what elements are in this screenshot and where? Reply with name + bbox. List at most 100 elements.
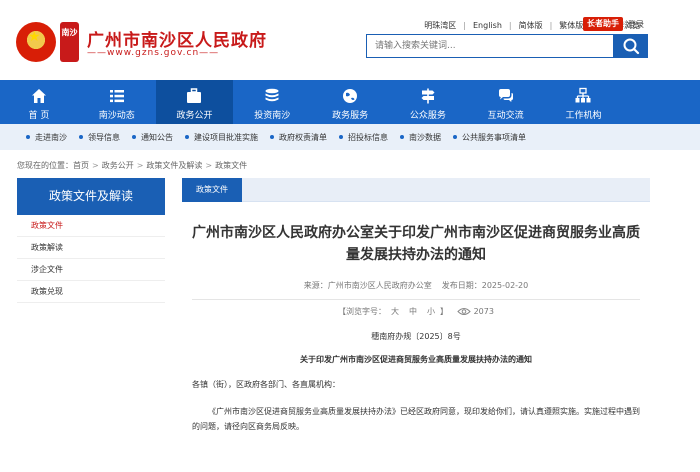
- breadcrumb-prefix: 您现在的位置：: [17, 161, 73, 170]
- star-icon: ★: [28, 29, 41, 45]
- bullet-icon: [339, 135, 343, 139]
- document-title: 关于印发广州市南沙区促进商贸服务业高质量发展扶持办法的通知: [300, 355, 532, 364]
- nav-label: 政务公开: [176, 111, 213, 121]
- main-nav: 首 页 南沙动态 政务公开 投资南沙 政务服务 公众服务 互动交流 工作机构: [0, 80, 700, 124]
- subnav-label: 南沙数据: [409, 132, 441, 142]
- bullet-icon: [79, 135, 83, 139]
- subnav-label: 领导信息: [88, 132, 120, 142]
- subnav-label: 招投标信息: [348, 132, 388, 142]
- subnav-item[interactable]: 招投标信息: [339, 132, 388, 143]
- breadcrumb-separator: >: [92, 161, 99, 170]
- subnav-item[interactable]: 政府权责清单: [270, 132, 327, 143]
- article-source: 来源：广州市南沙区人民政府办公室: [303, 281, 432, 290]
- breadcrumb-link-policy-docs[interactable]: 政策文件: [215, 161, 247, 170]
- nav-label: 工作机构: [565, 111, 602, 121]
- article-meta: 来源：广州市南沙区人民政府办公室 发布日期：2025-02-20: [182, 280, 650, 291]
- nav-item-invest[interactable]: 投资南沙: [233, 80, 311, 124]
- divider: |: [463, 20, 466, 30]
- search-button[interactable]: [614, 34, 648, 58]
- subnav-label: 建设项目批准实施: [194, 132, 258, 142]
- nav-item-news[interactable]: 南沙动态: [78, 80, 156, 124]
- sidebar-item-enterprise-docs[interactable]: 涉企文件: [17, 259, 165, 281]
- top-link-english[interactable]: English: [473, 21, 502, 30]
- sidebar-item-policy-fulfillment[interactable]: 政策兑现: [17, 281, 165, 303]
- subnav-item[interactable]: 走进南沙: [26, 132, 67, 143]
- signpost-icon: [421, 88, 435, 104]
- breadcrumb-link-gov-affairs[interactable]: 政务公开: [102, 161, 134, 170]
- breadcrumb-link-policy[interactable]: 政策文件及解读: [146, 161, 202, 170]
- subnav-label: 政府权责清单: [279, 132, 327, 142]
- subnav-label: 通知公告: [141, 132, 173, 142]
- site-header: ★ 南沙 广州市南沙区人民政府 ——www.gzns.gov.cn—— 明珠湾区…: [0, 0, 700, 80]
- subnav-item[interactable]: 领导信息: [79, 132, 120, 143]
- main-content: 政策文件 广州市南沙区人民政府办公室关于印发广州市南沙区促进商贸服务业高质量发展…: [182, 178, 650, 472]
- breadcrumb-separator: >: [136, 161, 144, 170]
- font-size-medium[interactable]: 中: [409, 307, 417, 316]
- article-title: 广州市南沙区人民政府办公室关于印发广州市南沙区促进商贸服务业高质量发展扶持办法的…: [192, 225, 640, 263]
- org-chart-icon: [575, 87, 591, 103]
- body-paragraph: 《广州市南沙区促进商贸服务业高质量发展扶持办法》已经区政府同意，现印发给你们，请…: [192, 407, 640, 431]
- nav-item-gov-services[interactable]: 政务服务: [311, 80, 389, 124]
- subnav-item[interactable]: 公共服务事项清单: [453, 132, 526, 143]
- coins-icon: [265, 88, 279, 102]
- breadcrumb-separator: >: [205, 161, 213, 170]
- bullet-icon: [26, 135, 30, 139]
- divider: [192, 299, 640, 300]
- nav-item-interaction[interactable]: 互动交流: [467, 80, 545, 124]
- sidebar: 政策文件及解读 政策文件 政策解读 涉企文件 政策兑现: [17, 178, 165, 303]
- search-icon: [623, 38, 640, 55]
- font-size-tools: 【浏览字号： 大 中 小】 2073: [182, 306, 650, 317]
- list-icon: [109, 90, 124, 103]
- eye-icon: [456, 308, 471, 315]
- search-box: [366, 34, 614, 58]
- subnav-item[interactable]: 通知公告: [132, 132, 173, 143]
- sidebar-title: 政策文件及解读: [17, 178, 165, 215]
- font-size-small[interactable]: 小: [427, 307, 435, 316]
- divider: |: [549, 20, 553, 30]
- nav-item-public-services[interactable]: 公众服务: [389, 80, 467, 124]
- site-url: ——www.gzns.gov.cn——: [87, 48, 220, 58]
- login-link[interactable]: 登录: [628, 19, 644, 30]
- subnav-item[interactable]: 建设项目批准实施: [185, 132, 258, 143]
- nansha-seal-logo: 南沙: [60, 22, 79, 62]
- briefcase-icon: [187, 88, 202, 103]
- nav-item-gov-affairs[interactable]: 政务公开: [155, 80, 234, 124]
- sidebar-item-policy-interpretation[interactable]: 政策解读: [17, 237, 165, 259]
- content-tab-bar: 政策文件: [182, 178, 650, 202]
- nav-item-institutions[interactable]: 工作机构: [545, 80, 623, 124]
- national-emblem-icon: ★: [16, 22, 56, 62]
- top-link-simplified[interactable]: 简体版: [519, 20, 543, 31]
- bullet-icon: [270, 135, 274, 139]
- top-link-traditional[interactable]: 繁体版: [559, 20, 583, 31]
- font-size-label: 【浏览字号：: [338, 307, 387, 316]
- bullet-icon: [400, 135, 404, 139]
- bullet-icon: [132, 135, 136, 139]
- breadcrumb: 您现在的位置：首页 > 政务公开 > 政策文件及解读 > 政策文件: [17, 160, 247, 171]
- document-number: 穗南府办规〔2025〕8号: [371, 332, 461, 341]
- nav-label: 互动交流: [487, 111, 524, 121]
- font-size-large[interactable]: 大: [391, 307, 399, 316]
- sub-nav: 走进南沙 领导信息 通知公告 建设项目批准实施 政府权责清单 招投标信息 南沙数…: [0, 124, 700, 150]
- font-size-close: 】: [440, 307, 449, 316]
- subnav-label: 走进南沙: [35, 132, 67, 142]
- view-count: 2073: [473, 307, 494, 316]
- sidebar-item-policy-docs[interactable]: 政策文件: [17, 215, 165, 237]
- chat-icon: [498, 89, 513, 102]
- elder-assistant-button[interactable]: 长者助手: [583, 17, 623, 31]
- bullet-icon: [453, 135, 457, 139]
- home-icon: [31, 89, 46, 103]
- article-date: 发布日期：2025-02-20: [441, 281, 529, 290]
- nav-label: 公众服务: [409, 111, 446, 121]
- divider: |: [508, 20, 512, 30]
- breadcrumb-link-home[interactable]: 首页: [73, 161, 89, 170]
- subnav-label: 公共服务事项清单: [462, 132, 526, 142]
- salutation: 各镇（街），区政府各部门、各直属机构：: [192, 380, 340, 389]
- nav-label: 投资南沙: [254, 111, 291, 121]
- subnav-item[interactable]: 南沙数据: [400, 132, 441, 143]
- nav-item-home[interactable]: 首 页: [0, 80, 78, 124]
- tab-policy-docs[interactable]: 政策文件: [182, 178, 242, 202]
- search-input[interactable]: [367, 35, 613, 57]
- top-link-mingzhu[interactable]: 明珠湾区: [424, 20, 456, 31]
- nav-label: 南沙动态: [98, 111, 135, 121]
- bullet-icon: [185, 135, 189, 139]
